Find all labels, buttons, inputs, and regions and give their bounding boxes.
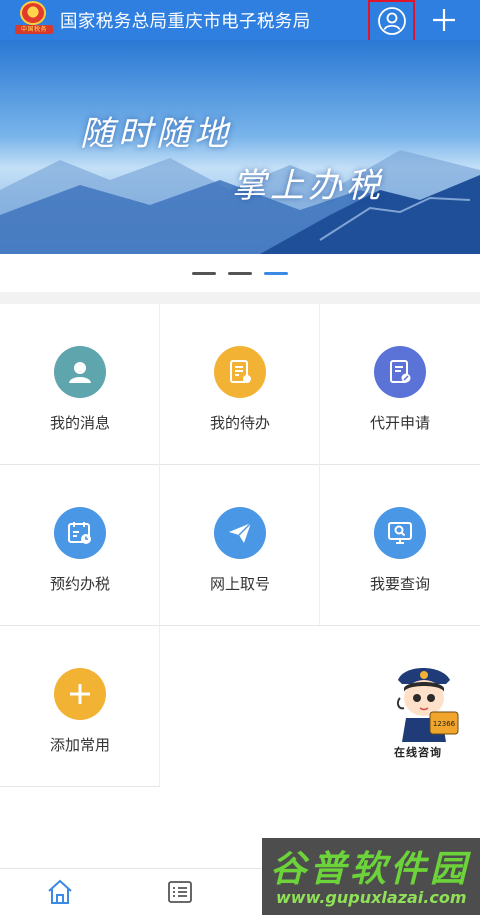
grid-divider bbox=[0, 786, 160, 787]
grid-divider bbox=[319, 304, 320, 625]
plus-icon bbox=[433, 9, 455, 31]
add-menu-button[interactable] bbox=[425, 2, 463, 38]
mountain-landscape-image bbox=[0, 40, 480, 254]
user-icon bbox=[377, 7, 406, 35]
grid-item-add-shortcut[interactable]: 添加常用 bbox=[0, 626, 160, 786]
grid-item-online-queue[interactable]: 网上取号 bbox=[160, 465, 320, 625]
user-avatar-icon bbox=[54, 346, 106, 398]
paper-plane-icon bbox=[214, 507, 266, 559]
carousel-dot[interactable] bbox=[228, 271, 252, 275]
watermark-url: www.gupuxlazai.com bbox=[276, 888, 467, 907]
watermark: 谷普软件园 www.gupuxlazai.com bbox=[262, 838, 480, 915]
grid-item-label: 代开申请 bbox=[369, 414, 430, 432]
watermark-title: 谷普软件园 bbox=[270, 849, 471, 890]
calendar-clock-icon bbox=[54, 507, 106, 559]
nav-home[interactable] bbox=[45, 877, 75, 907]
list-icon bbox=[168, 881, 192, 903]
add-icon bbox=[54, 668, 106, 720]
carousel-dot[interactable] bbox=[192, 271, 216, 275]
grid-item-label: 我的消息 bbox=[49, 414, 110, 432]
promo-banner[interactable]: 随时随地 掌上办税 bbox=[0, 40, 480, 254]
grid-divider bbox=[0, 625, 480, 626]
grid-item-my-messages[interactable]: 我的消息 bbox=[0, 304, 160, 464]
grid-item-label: 我要查询 bbox=[369, 575, 430, 593]
grid-divider bbox=[0, 464, 480, 465]
mascot-badge: 12366 bbox=[433, 720, 456, 728]
grid-item-query[interactable]: 我要查询 bbox=[320, 465, 480, 625]
grid-divider bbox=[159, 304, 160, 786]
invoice-edit-icon bbox=[374, 346, 426, 398]
carousel-indicator bbox=[0, 254, 480, 292]
customer-service-mascot-icon: 12366 bbox=[396, 668, 459, 742]
section-divider bbox=[0, 292, 480, 304]
emblem-ribbon-text: 中国税务 bbox=[15, 25, 53, 34]
home-icon bbox=[48, 879, 72, 904]
nav-list[interactable] bbox=[165, 877, 195, 907]
grid-item-label: 网上取号 bbox=[209, 575, 270, 593]
banner-slogan-line1: 随时随地 bbox=[80, 114, 232, 154]
user-profile-button[interactable] bbox=[368, 0, 415, 42]
grid-item-label: 添加常用 bbox=[49, 736, 110, 754]
todo-document-icon bbox=[214, 346, 266, 398]
grid-item-appointment[interactable]: 预约办税 bbox=[0, 465, 160, 625]
page-title: 国家税务总局重庆市电子税务局 bbox=[60, 11, 311, 32]
online-consult-label[interactable]: 在线咨询 bbox=[394, 744, 442, 760]
grid-item-my-todo[interactable]: 我的待办 bbox=[160, 304, 320, 464]
carousel-dot-active[interactable] bbox=[264, 271, 288, 275]
grid-item-label: 预约办税 bbox=[49, 575, 110, 593]
banner-slogan-line2: 掌上办税 bbox=[232, 166, 384, 206]
grid-item-label: 我的待办 bbox=[209, 414, 270, 432]
grid-item-invoice-application[interactable]: 代开申请 bbox=[320, 304, 480, 464]
app-header: 中国税务 国家税务总局重庆市电子税务局 bbox=[0, 0, 480, 42]
search-monitor-icon bbox=[374, 507, 426, 559]
tax-emblem-logo: 中国税务 bbox=[14, 0, 54, 40]
